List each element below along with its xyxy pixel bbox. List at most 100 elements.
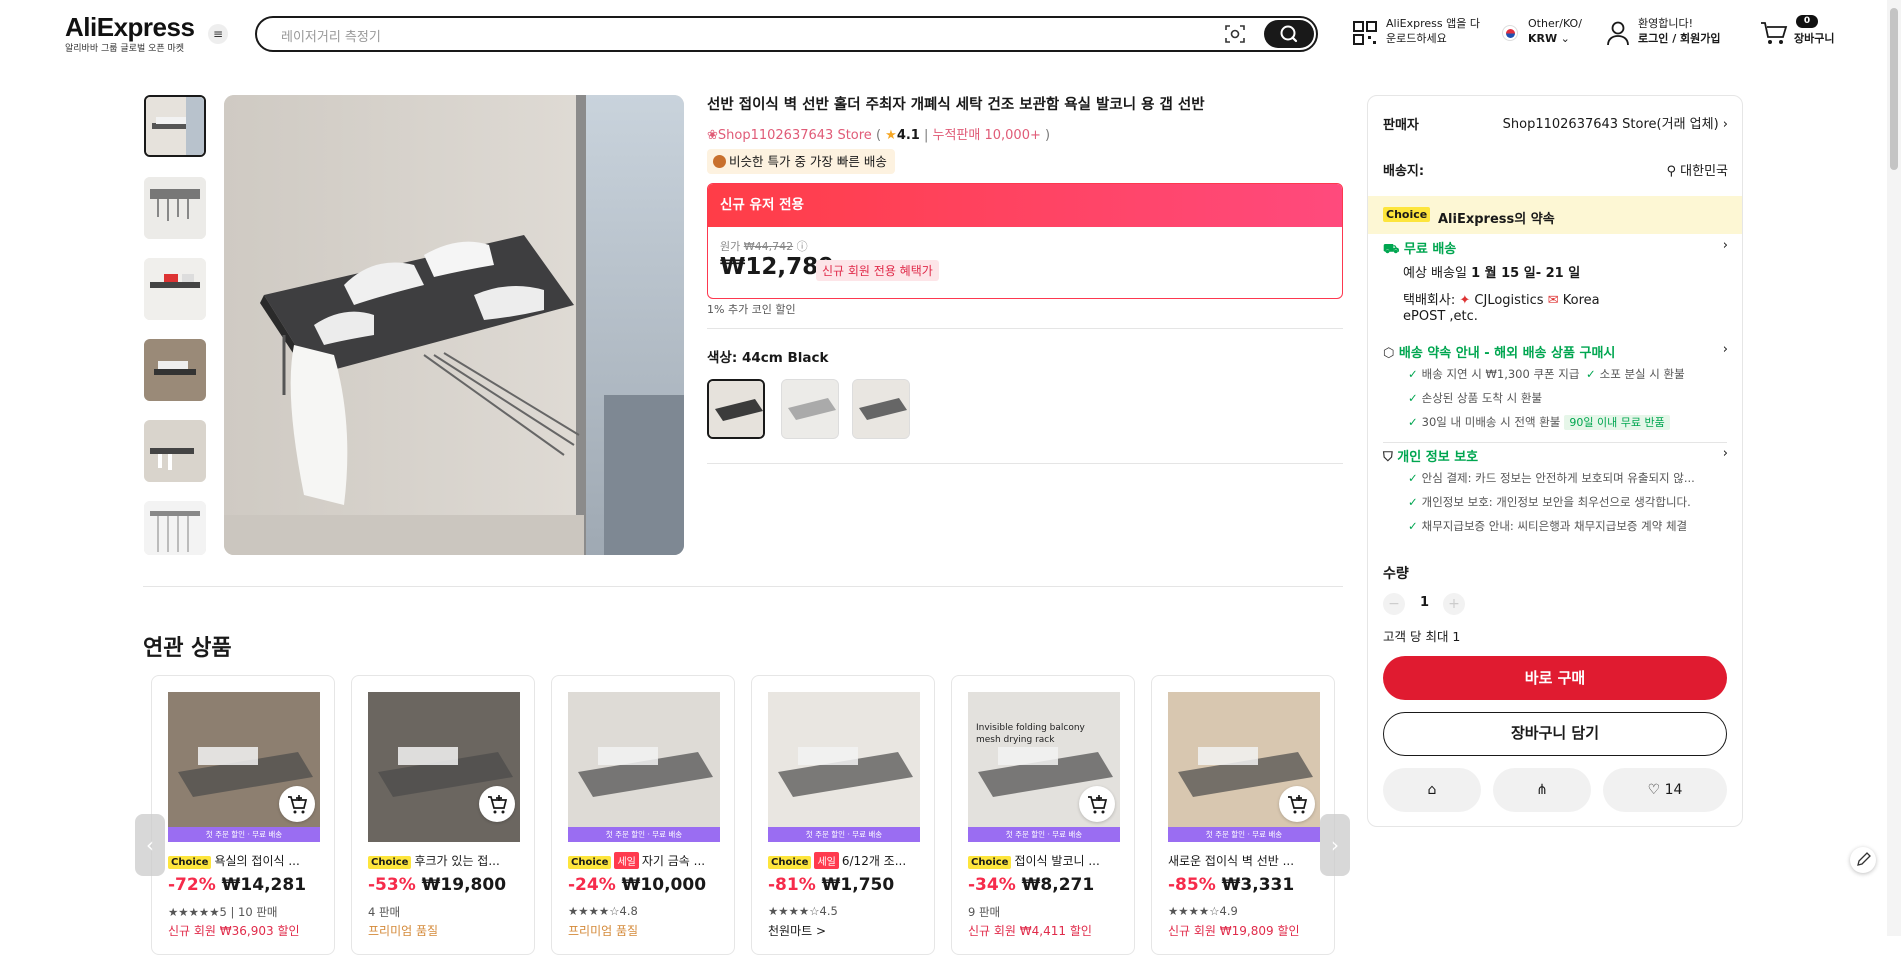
product-name-text: 자기 금속 ... — [641, 854, 706, 868]
privacy-title: 개인 정보 보호 — [1397, 450, 1479, 465]
currency-label: KRW — [1528, 32, 1558, 45]
add-to-cart-button[interactable]: 장바구니 담기 — [1383, 712, 1727, 756]
product-meta: ★★★★☆4.5 — [768, 904, 838, 918]
fast-delivery-text: 비슷한 특가 중 가장 빠른 배송 — [729, 154, 887, 169]
promise-item: ✓ 소포 분실 시 환불 — [1586, 366, 1685, 382]
buy-now-button[interactable]: 바로 구매 — [1383, 656, 1727, 700]
location-pin-icon: ⚲ — [1666, 164, 1677, 179]
related-product-card[interactable]: 첫 주문 할인 · 무료 배송 새로운 접이식 벽 선반 ... -85% ₩3… — [1151, 675, 1335, 955]
product-name[interactable]: Choice 후크가 있는 접... — [368, 852, 533, 869]
chevron-right-icon[interactable]: › — [1723, 342, 1728, 357]
image-search-icon[interactable] — [1224, 24, 1246, 44]
check-icon: ✓ — [1408, 519, 1418, 533]
search-button[interactable] — [1264, 20, 1314, 48]
divider — [707, 463, 1343, 464]
product-name[interactable]: Choice 세일 6/12개 조... — [768, 852, 933, 869]
gallery-thumbnail[interactable] — [144, 258, 206, 320]
discount-percent: -85% — [1168, 875, 1216, 895]
carousel-next-button[interactable]: › — [1320, 814, 1350, 876]
check-icon: ✓ — [1408, 415, 1418, 429]
truck-icon: ⛟ — [1383, 242, 1400, 257]
color-swatch[interactable] — [852, 379, 910, 439]
feedback-button[interactable] — [1850, 847, 1876, 873]
product-meta: 9 판매 — [968, 905, 1001, 919]
wishlist-button[interactable]: ♡ 14 — [1603, 768, 1727, 812]
choice-badge: Choice — [968, 856, 1012, 869]
card-image-caption: Invisible folding balcony mesh drying ra… — [976, 723, 1085, 745]
quantity-decrease-button[interactable]: − — [1383, 593, 1405, 615]
gallery-thumbnail[interactable] — [144, 177, 206, 239]
free-shipping[interactable]: ⛟ 무료 배송 — [1383, 238, 1456, 259]
eta-line: 예상 배송일 1 월 15 일- 21 일 — [1403, 262, 1580, 281]
app-download-link[interactable]: AliExpress 앱을 다 운로드하세요 — [1386, 16, 1480, 46]
sale-badge: 세일 — [814, 852, 839, 869]
add-to-cart-icon-button[interactable] — [279, 786, 315, 822]
color-swatch[interactable] — [781, 379, 839, 439]
product-name[interactable]: Choice 욕실의 접이식 ... — [168, 852, 333, 869]
cart-plus-icon — [1288, 795, 1308, 814]
sale-badge: 세일 — [614, 852, 639, 869]
gallery-thumbnail[interactable] — [144, 95, 206, 157]
product-name-text: 후크가 있는 접... — [414, 854, 500, 868]
main-product-image[interactable] — [224, 95, 684, 555]
hamburger-icon[interactable]: ≡ — [208, 24, 228, 44]
product-rating[interactable]: 4.1 — [897, 128, 920, 143]
product-price: -34% ₩8,271 — [968, 875, 1094, 895]
chevron-right-icon[interactable]: › — [1723, 238, 1728, 253]
product-name[interactable]: Choice 세일 자기 금속 ... — [568, 852, 733, 869]
store-button[interactable]: ⌂ — [1383, 768, 1481, 812]
carousel-prev-button[interactable]: ‹ — [135, 814, 165, 876]
color-swatch-selected[interactable] — [707, 379, 765, 439]
region-selector[interactable]: Other/KO/ KRW ⌄ — [1528, 16, 1582, 46]
delivery-promise-link[interactable]: ⬡ 배송 약속 안내 - 해외 배송 상품 구매시 — [1383, 342, 1615, 361]
price-value: ₩19,800 — [421, 875, 507, 895]
user-icon[interactable] — [1606, 20, 1630, 46]
quantity-increase-button[interactable]: + — [1443, 593, 1465, 615]
seller-link[interactable]: Shop1102637643 Store(거래 업체) › — [1503, 113, 1728, 132]
scrollbar-thumb[interactable] — [1890, 8, 1898, 170]
search-icon — [1280, 25, 1298, 43]
pencil-icon — [1857, 852, 1871, 866]
product-name[interactable]: 새로운 접이식 벽 선반 ... — [1168, 852, 1333, 869]
related-product-card[interactable]: 첫 주문 할인 · 무료 배송 Choice 세일 6/12개 조... -81% … — [751, 675, 935, 955]
free-shipping-text: 무료 배송 — [1403, 242, 1457, 257]
share-button[interactable]: ⋔ — [1493, 768, 1591, 812]
gallery-thumbnail[interactable] — [144, 501, 206, 555]
search-bar[interactable]: 레이저거리 측정기 — [255, 16, 1318, 52]
qr-code-icon[interactable] — [1352, 20, 1378, 46]
store-name-link[interactable]: Shop1102637643 Store — [718, 128, 872, 143]
gallery-thumbnail[interactable] — [144, 339, 206, 401]
store-flower-icon: ❀ — [707, 128, 718, 143]
color-label: 색상: 44cm Black — [707, 350, 829, 366]
related-product-card[interactable]: 첫 주문 할인 · 무료 배송 Choice 세일 자기 금속 ... -24% ₩… — [551, 675, 735, 955]
choice-badge: Choice — [168, 856, 212, 869]
aliexpress-logo[interactable]: AliExpress — [65, 12, 195, 43]
cart-link[interactable]: 장바구니 — [1794, 31, 1834, 46]
quantity-value[interactable]: 1 — [1420, 595, 1429, 610]
region-line1: Other/KO/ — [1528, 17, 1582, 30]
account-link[interactable]: 환영합니다! 로그인 / 회원가입 — [1638, 16, 1721, 46]
add-to-cart-icon-button[interactable] — [1279, 786, 1315, 822]
product-meta: ★★★★☆4.8 — [568, 904, 638, 918]
related-product-card[interactable]: Choice 후크가 있는 접... -53% ₩19,800 4 판매 프리미엄… — [351, 675, 535, 955]
cart-icon[interactable] — [1760, 20, 1788, 46]
chevron-right-icon[interactable]: › — [1723, 446, 1728, 461]
product-name[interactable]: Choice 접이식 발코니 ... — [968, 852, 1133, 869]
related-product-card[interactable]: Invisible folding balcony mesh drying ra… — [951, 675, 1135, 955]
purchase-panel: 판매자 Shop1102637643 Store(거래 업체) › 배송지: ⚲… — [1367, 95, 1743, 827]
product-extra: 신규 회원 ₩36,903 할인 — [168, 924, 300, 938]
info-icon[interactable]: ⓘ — [797, 240, 808, 253]
gallery-thumbnail[interactable] — [144, 420, 206, 482]
add-to-cart-icon-button[interactable] — [1079, 786, 1115, 822]
product-image[interactable] — [568, 692, 720, 842]
privacy-link[interactable]: ⛉ 개인 정보 보호 — [1383, 446, 1478, 465]
add-to-cart-icon-button[interactable] — [479, 786, 515, 822]
discount-percent: -53% — [368, 875, 416, 895]
discount-percent: -72% — [168, 875, 216, 895]
product-image[interactable] — [768, 692, 920, 842]
price-value: ₩10,000 — [621, 875, 707, 895]
search-input[interactable]: 레이저거리 측정기 — [281, 26, 381, 45]
carrier-cj: CJLogistics — [1474, 293, 1544, 308]
related-product-card[interactable]: 첫 주문 할인 · 무료 배송 Choice 욕실의 접이식 ... -72% ₩… — [151, 675, 335, 955]
ship-to-selector[interactable]: ⚲ 대한민국 — [1666, 160, 1728, 179]
